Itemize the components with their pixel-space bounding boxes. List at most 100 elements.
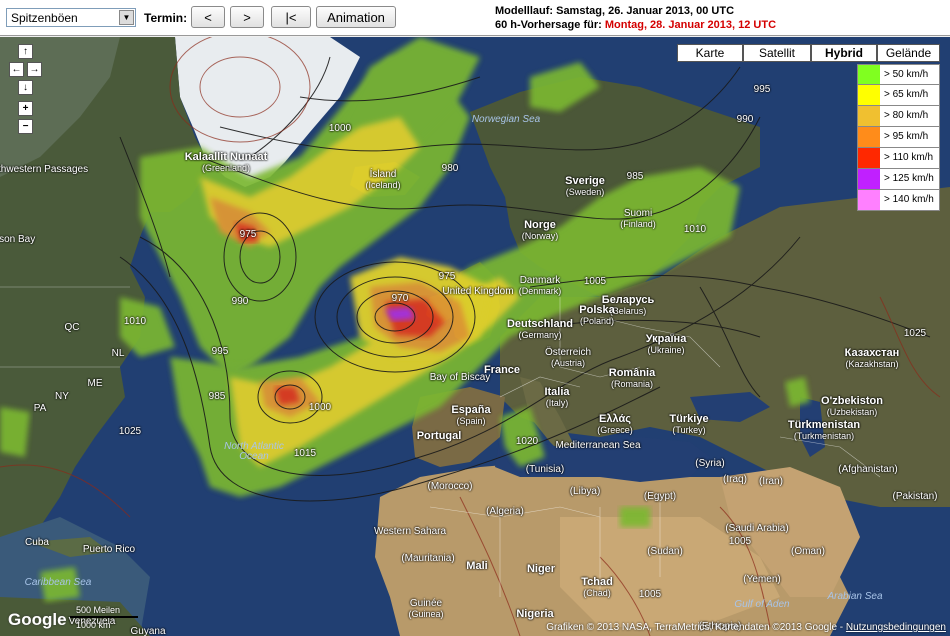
- place-label: ME: [87, 378, 103, 389]
- place-label: (Pakistan): [892, 491, 938, 502]
- legend-label: > 140 km/h: [880, 190, 939, 210]
- place-label: (Oman): [791, 546, 825, 557]
- place-label: United Kingdom: [442, 286, 514, 297]
- pan-up-button[interactable]: ↑: [18, 44, 33, 59]
- isobar-label: 1005: [583, 276, 607, 287]
- place-label: España (Spain): [451, 404, 491, 427]
- place-label: (Egypt): [643, 491, 677, 502]
- isobar-label: 990: [736, 114, 754, 125]
- chevron-down-icon[interactable]: ▼: [119, 10, 134, 25]
- legend-row: > 95 km/h: [857, 127, 940, 148]
- place-label: (Saudi Arabia): [725, 523, 789, 534]
- legend-swatch: [858, 169, 880, 189]
- place-label: (Libya): [569, 486, 601, 497]
- place-label: Ελλάς (Greece): [597, 413, 633, 436]
- place-label: Österreich (Austria): [544, 347, 592, 369]
- isobar-label: 1005: [728, 536, 752, 547]
- isobar-label: 1025: [903, 328, 927, 339]
- place-label: (Yemen): [743, 574, 781, 585]
- map-type-satellit[interactable]: Satellit: [743, 44, 811, 62]
- termin-label: Termin:: [144, 11, 188, 25]
- previous-button[interactable]: <: [191, 6, 225, 28]
- place-label: Deutschland (Germany): [506, 318, 574, 341]
- forecast-prefix: 60 h-Vorhersage für:: [495, 19, 602, 31]
- pan-right-button[interactable]: →: [27, 62, 42, 77]
- terms-link[interactable]: Nutzungsbedingungen: [846, 622, 946, 633]
- place-label: Puerto Rico: [82, 544, 136, 555]
- place-label: Kalaallit Nunaat (Greenland): [184, 151, 268, 174]
- copyright: Grafiken © 2013 NASA, TerraMetrics, Kart…: [542, 622, 950, 636]
- map-canvas[interactable]: 1000 995 990 985 980 975 970 975 990 995…: [0, 37, 950, 636]
- isobar-label: 980: [441, 163, 459, 174]
- zoom-out-button[interactable]: −: [18, 119, 33, 134]
- run-info: Modelllauf: Samstag, 26. Januar 2013, 00…: [495, 4, 776, 32]
- legend-row: > 140 km/h: [857, 190, 940, 211]
- parameter-select[interactable]: Spitzenböen ▼: [6, 8, 136, 27]
- place-label: (Algeria): [486, 506, 524, 517]
- place-label: O'zbekiston (Uzbekistan): [821, 395, 883, 418]
- isobar-label: 970: [391, 293, 409, 304]
- pan-left-button[interactable]: ←: [9, 62, 24, 77]
- isobar-label: 990: [231, 296, 249, 307]
- place-label: Italia (Italy): [544, 386, 570, 409]
- legend-swatch: [858, 190, 880, 210]
- pan-down-button[interactable]: ↓: [18, 80, 33, 95]
- zoom-in-button[interactable]: +: [18, 101, 33, 116]
- legend-label: > 50 km/h: [880, 65, 939, 84]
- place-label: PA: [33, 403, 47, 414]
- scale-miles: 500 Meilen: [76, 605, 121, 615]
- legend-label: > 110 km/h: [880, 148, 939, 168]
- place-label: Northwestern Passages: [0, 164, 89, 175]
- place-label: NY: [55, 391, 69, 402]
- map-type-hybrid[interactable]: Hybrid: [811, 44, 877, 62]
- place-label: (Afghanistan): [838, 464, 898, 475]
- place-label: Mali: [466, 560, 488, 572]
- place-label: Sverige (Sweden): [565, 175, 605, 198]
- toolbar: Spitzenböen ▼ Termin: < > |< Animation M…: [0, 0, 950, 36]
- legend-row: > 50 km/h: [857, 64, 940, 85]
- legend-label: > 125 km/h: [880, 169, 939, 189]
- isobar-label: 975: [438, 271, 456, 282]
- legend-row: > 125 km/h: [857, 169, 940, 190]
- isobar-label: 1000: [328, 123, 352, 134]
- place-label: Ísland (Iceland): [365, 169, 401, 191]
- sea-label: Mediterranean Sea: [555, 440, 641, 451]
- place-label: Cuba: [25, 537, 49, 548]
- isobar-label: 995: [211, 346, 229, 357]
- legend-row: > 65 km/h: [857, 85, 940, 106]
- isobar-label: 1010: [683, 224, 707, 235]
- scale-km: 1000 km: [76, 620, 111, 630]
- legend-label: > 65 km/h: [880, 85, 939, 105]
- place-label: (Morocco): [427, 481, 473, 492]
- forecast-label: 60 h-Vorhersage für: Montag, 28. Januar …: [495, 18, 776, 32]
- map-type-karte[interactable]: Karte: [677, 44, 743, 62]
- place-label: Danmark (Denmark): [518, 275, 562, 297]
- place-label: (Tunisia): [525, 464, 565, 475]
- place-label: Казахстан (Kazakhstan): [844, 347, 900, 370]
- isobar-label: 1010: [123, 316, 147, 327]
- isobar-label: 1000: [308, 402, 332, 413]
- place-label: Tchad (Chad): [581, 576, 613, 599]
- isobar-label: 975: [239, 229, 257, 240]
- place-label: România (Romania): [608, 367, 656, 390]
- animation-button[interactable]: Animation: [316, 6, 396, 28]
- place-label: Polska (Poland): [579, 304, 615, 327]
- place-label: Niger: [526, 563, 556, 575]
- next-button[interactable]: >: [230, 6, 264, 28]
- isobar-label: 1025: [118, 426, 142, 437]
- place-label: Bay of Biscay: [429, 372, 491, 383]
- map-type-gelaende[interactable]: Gelände: [877, 44, 940, 62]
- place-label: (Iraq): [723, 474, 747, 485]
- place-label: Hudson Bay: [0, 234, 36, 245]
- parameter-selected-value: Spitzenböen: [11, 11, 78, 25]
- isobar-label: 1015: [293, 448, 317, 459]
- isobar-label: 1020: [515, 436, 539, 447]
- isobar-label: 995: [753, 84, 771, 95]
- place-label: Україна (Ukraine): [645, 333, 687, 356]
- scale-line: [70, 616, 138, 618]
- legend-swatch: [858, 148, 880, 168]
- google-logo: Google: [8, 610, 67, 629]
- place-label: Portugal: [416, 430, 462, 442]
- place-label: Guinée (Guinea): [408, 598, 444, 620]
- first-button[interactable]: |<: [271, 6, 311, 28]
